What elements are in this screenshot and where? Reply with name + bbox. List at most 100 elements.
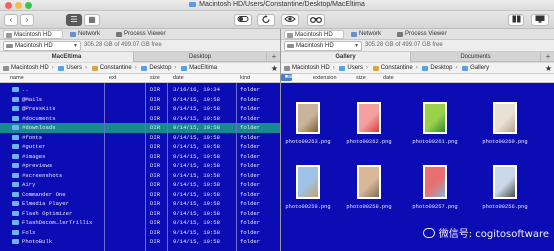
favorite-star-icon[interactable]: ★ <box>271 63 278 73</box>
zoom-window-button[interactable] <box>25 2 32 9</box>
photo-thumbnail[interactable] <box>296 165 320 199</box>
close-window-button[interactable] <box>5 2 12 9</box>
tab-macintosh-hd[interactable]: Macintosh HD <box>284 30 344 39</box>
right-drive-row: Macintosh HD ▾ 305.28 GB of 499.07 GB fre… <box>281 40 554 52</box>
file-row[interactable]: Elmedia Player DIR 9/14/15, 10:58 folder <box>0 199 280 209</box>
crumb-gallery[interactable]: Gallery <box>461 63 489 73</box>
wechat-logo-icon <box>422 228 435 238</box>
folder-icon <box>12 134 19 140</box>
file-size: DIR <box>150 105 161 112</box>
file-row[interactable]: #previews DIR 9/14/15, 10:58 folder <box>0 161 280 171</box>
file-row[interactable]: #fonts DIR 9/14/15, 10:58 folder <box>0 133 280 143</box>
photo-thumbnail[interactable] <box>296 102 320 134</box>
crumb-desktop[interactable]: Desktop <box>140 63 171 73</box>
right-drive-select[interactable]: Macintosh HD ▾ <box>284 41 362 51</box>
tab-process-viewer[interactable]: Process Viewer <box>114 30 174 39</box>
crumb-constantine[interactable]: Constantine <box>372 63 413 73</box>
crumb-macintosh-hd[interactable]: Macintosh HD <box>283 63 330 73</box>
photo-thumbnail[interactable] <box>423 102 447 134</box>
tab-network[interactable]: Network <box>349 30 391 39</box>
tab-label: Macintosh HD <box>295 32 333 38</box>
right-free-space: 305.28 GB of 499.07 GB free <box>365 42 443 48</box>
file-row[interactable]: #documents DIR 9/14/15, 10:58 folder <box>0 114 280 124</box>
tab-label: Process Viewer <box>124 31 166 37</box>
network-icon <box>70 32 76 37</box>
photo-thumbnail[interactable] <box>423 165 447 199</box>
file-row[interactable]: Airy DIR 9/14/15, 10:58 folder <box>0 180 280 190</box>
photo-image <box>298 167 318 197</box>
photo-thumbnail[interactable] <box>357 165 381 199</box>
photo-thumbnail[interactable] <box>493 165 517 199</box>
refresh-button[interactable] <box>257 14 275 26</box>
chevron-down-icon: ▾ <box>354 43 358 49</box>
folder-icon <box>12 220 19 225</box>
header-date[interactable]: date <box>173 74 184 83</box>
file-date: 9/14/15, 10:58 <box>173 143 220 150</box>
tab-macintosh-hd[interactable]: Macintosh HD <box>3 30 63 39</box>
binoculars-button[interactable] <box>307 14 325 26</box>
header-name[interactable]: name ▾ <box>281 74 299 81</box>
refresh-icon <box>262 15 270 24</box>
file-row[interactable]: Folx DIR 9/14/15, 10:58 folder <box>0 228 280 238</box>
crumb-desktop[interactable]: Desktop <box>421 63 452 73</box>
toggle-hidden-button[interactable] <box>234 14 252 26</box>
tab-desktop[interactable]: Desktop <box>134 52 267 62</box>
terminal-button[interactable] <box>531 14 549 26</box>
preview-button[interactable] <box>281 14 299 26</box>
crumb-maceltima[interactable]: MacEltima <box>180 63 217 73</box>
forward-button[interactable]: › <box>20 14 34 26</box>
file-size: DIR <box>150 86 161 93</box>
crumb-users[interactable]: Users <box>57 63 82 73</box>
header-ext[interactable]: ext <box>109 74 116 83</box>
photo-thumbnail[interactable] <box>493 102 517 134</box>
favorite-star-icon[interactable]: ★ <box>545 63 552 73</box>
file-row[interactable]: Flash Optimizer DIR 9/14/15, 10:58 folder <box>0 209 280 219</box>
tab-process-viewer[interactable]: Process Viewer <box>395 30 455 39</box>
folder-icon <box>141 66 148 71</box>
home-icon <box>91 66 98 71</box>
header-date[interactable]: date <box>383 74 394 83</box>
hard-drive-icon <box>287 44 294 48</box>
file-row[interactable]: #images DIR 9/14/15, 10:58 folder <box>0 152 280 162</box>
left-drive-select[interactable]: Macintosh HD ▾ <box>3 41 81 51</box>
file-row[interactable]: #gutter DIR 9/14/15, 10:58 folder <box>0 142 280 152</box>
file-row[interactable]: FlashDecom…lerTrillix DIR 9/14/15, 10:58 fo… <box>0 218 280 228</box>
file-size: DIR <box>150 228 161 236</box>
file-date: 9/14/15, 10:58 <box>173 114 220 122</box>
file-row[interactable]: PhotoBulk DIR 9/14/15, 10:58 folder <box>0 237 280 247</box>
tab-maceltima[interactable]: MacEltima <box>0 52 134 62</box>
file-date: 9/14/15, 10:58 <box>173 181 220 188</box>
header-kind[interactable]: kind <box>240 74 250 83</box>
tab-documents[interactable]: Documents <box>411 52 541 62</box>
add-tab-button[interactable]: + <box>268 52 280 62</box>
split-view-button[interactable] <box>508 14 524 26</box>
header-name[interactable]: name <box>10 74 24 83</box>
file-row[interactable]: @PressKits DIR 9/14/15, 10:58 folder <box>0 104 280 114</box>
crumb-constantine[interactable]: Constantine <box>91 63 132 73</box>
file-row[interactable]: @Mails DIR 9/14/15, 10:58 folder <box>0 95 280 105</box>
crumb-macintosh-hd[interactable]: Macintosh HD <box>2 63 49 73</box>
header-size[interactable]: size <box>150 74 160 83</box>
add-tab-button[interactable]: + <box>542 52 554 62</box>
file-name: Flash Optimizer <box>22 209 73 217</box>
header-size[interactable]: size <box>356 74 366 83</box>
back-button[interactable]: ‹ <box>4 14 18 26</box>
folder-icon <box>12 115 19 121</box>
header-extension[interactable]: extension <box>313 74 337 83</box>
right-gallery[interactable]: 微信号: cogitosoftware photo00263.png photo0… <box>281 83 554 251</box>
file-row[interactable]: #downloads DIR 9/14/15, 10:58 folder <box>0 123 280 133</box>
file-kind: folder <box>240 95 261 103</box>
minimize-window-button[interactable] <box>15 2 22 9</box>
crumb-users[interactable]: Users <box>338 63 363 73</box>
photo-thumbnail[interactable] <box>357 102 381 134</box>
file-name: Commander One <box>22 190 66 198</box>
file-row[interactable]: .. DIR 3/16/16, 10:34 folder <box>0 85 280 95</box>
list-view-button[interactable]: ☰ <box>66 14 82 26</box>
tab-network[interactable]: Network <box>68 30 110 39</box>
tab-gallery[interactable]: Gallery <box>281 52 411 62</box>
grid-view-button[interactable]: ▦ <box>84 14 100 26</box>
left-file-list[interactable]: .. DIR 3/16/16, 10:34 folder @Mails DIR 9/14/1… <box>0 83 280 251</box>
file-row[interactable]: #screenshots DIR 9/14/15, 10:58 folder <box>0 171 280 181</box>
file-row[interactable]: Commander One DIR 9/14/15, 10:58 folder <box>0 190 280 200</box>
file-kind: folder <box>240 143 261 150</box>
